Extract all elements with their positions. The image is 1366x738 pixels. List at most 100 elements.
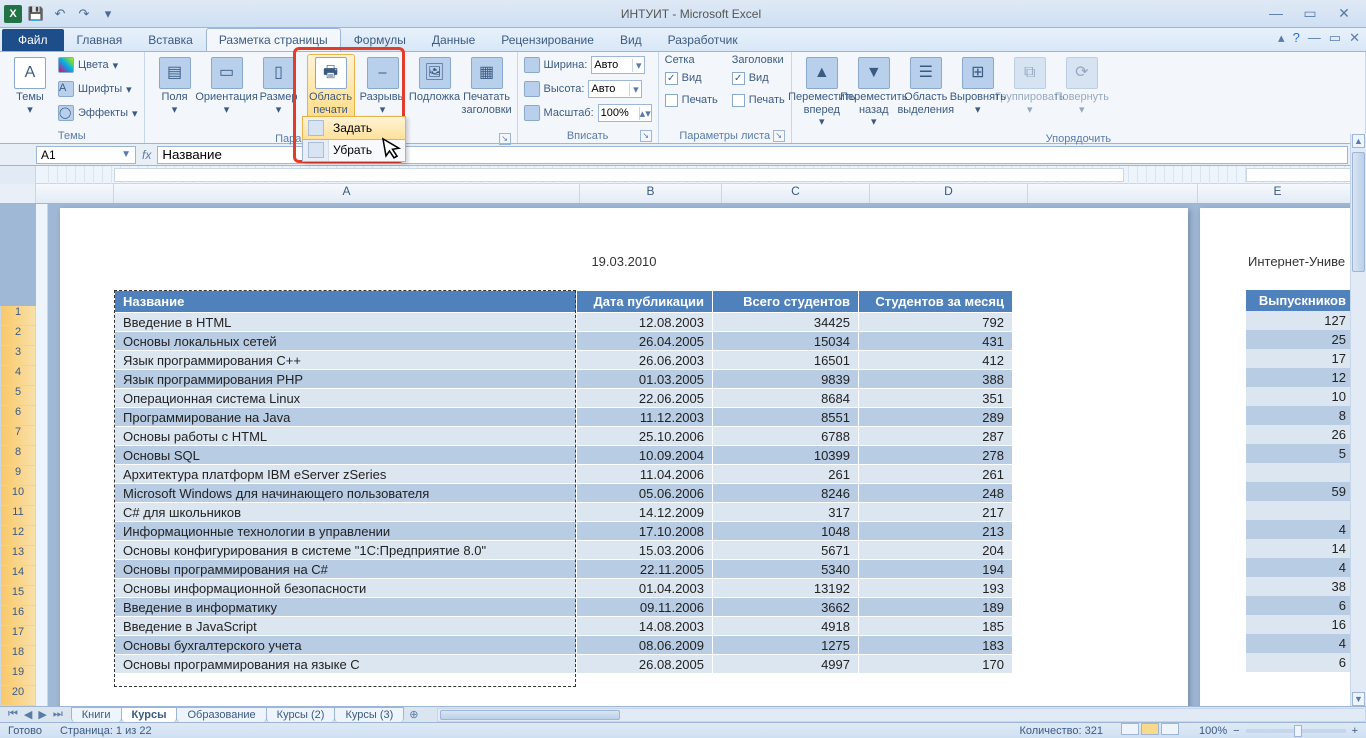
sheet-tab[interactable]: Курсы xyxy=(121,707,178,722)
table-row[interactable]: Введение в информатику09.11.20063662189 xyxy=(115,598,1013,617)
headings-print-check[interactable]: Печать xyxy=(732,90,785,110)
tab-review[interactable]: Рецензирование xyxy=(488,28,607,51)
col-B[interactable]: B xyxy=(580,184,722,203)
table-row[interactable]: Архитектура платформ IBM eServer zSeries… xyxy=(115,465,1013,484)
selection-pane-button[interactable]: ☰Область выделения xyxy=(902,54,950,119)
sheet-tab[interactable]: Курсы (2) xyxy=(266,707,336,722)
headings-view-check[interactable]: ✓Вид xyxy=(732,68,785,88)
qat-customize-icon[interactable]: ▾ xyxy=(98,4,118,24)
tab-nav-last-icon[interactable]: ⏭ xyxy=(51,708,65,721)
row-header[interactable]: 1 xyxy=(0,306,36,326)
row-header[interactable]: 5 xyxy=(0,386,36,406)
theme-fonts[interactable]: AШрифты▾ xyxy=(58,78,138,100)
row-header[interactable]: 10 xyxy=(0,486,36,506)
minimize-ribbon-icon[interactable]: ▴ xyxy=(1278,30,1285,46)
table-row[interactable]: Основы программирования на языке C26.08.… xyxy=(115,655,1013,674)
horizontal-scrollbar[interactable] xyxy=(437,708,1366,722)
gridlines-view-check[interactable]: ✓Вид xyxy=(665,68,718,88)
table-row[interactable]: C# для школьников14.12.2009317217 xyxy=(115,503,1013,522)
row-header[interactable]: 8 xyxy=(0,446,36,466)
file-tab[interactable]: Файл xyxy=(2,29,64,51)
row-header[interactable]: 13 xyxy=(0,546,36,566)
fit-scale-input[interactable] xyxy=(599,107,639,119)
row-header[interactable]: 12 xyxy=(0,526,36,546)
row-header[interactable]: 4 xyxy=(0,366,36,386)
col-E[interactable]: E xyxy=(1198,184,1358,203)
table-row[interactable]: 4 xyxy=(1246,520,1354,539)
table-row[interactable]: 25 xyxy=(1246,330,1354,349)
select-all-corner[interactable] xyxy=(0,184,36,203)
themes-button[interactable]: AТемы▾ xyxy=(6,54,54,119)
fx-icon[interactable]: fx xyxy=(142,148,151,162)
row-header[interactable]: 7 xyxy=(0,426,36,446)
chevron-down-icon[interactable]: ▼ xyxy=(121,149,131,160)
row-header[interactable]: 19 xyxy=(0,666,36,686)
tab-view[interactable]: Вид xyxy=(607,28,655,51)
table-row[interactable]: Введение в HTML12.08.200334425792 xyxy=(115,313,1013,332)
fit-height-input[interactable] xyxy=(589,83,629,95)
row-header[interactable]: 6 xyxy=(0,406,36,426)
bring-forward-button[interactable]: ▲Переместить вперед▾ xyxy=(798,54,846,132)
send-backward-button[interactable]: ▼Переместить назад▾ xyxy=(850,54,898,132)
table-row[interactable]: Информационные технологии в управлении17… xyxy=(115,522,1013,541)
col-C[interactable]: C xyxy=(722,184,870,203)
row-header[interactable]: 11 xyxy=(0,506,36,526)
fit-dialog-launcher[interactable]: ↘ xyxy=(640,130,652,142)
zoom-out-icon[interactable]: − xyxy=(1233,725,1239,737)
row-header[interactable]: 14 xyxy=(0,566,36,586)
table-row[interactable]: 38 xyxy=(1246,577,1354,596)
table-row[interactable]: 6 xyxy=(1246,596,1354,615)
align-button[interactable]: ⊞Выровнять▾ xyxy=(954,54,1002,119)
table-row[interactable]: Основы SQL10.09.200410399278 xyxy=(115,446,1013,465)
view-pagebreak-icon[interactable] xyxy=(1161,723,1179,735)
table-row[interactable]: Основы бухгалтерского учета08.06.2009127… xyxy=(115,636,1013,655)
new-sheet-icon[interactable]: ⊕ xyxy=(403,708,424,721)
table-row[interactable]: Язык программирования PHP01.03.200598393… xyxy=(115,370,1013,389)
orientation-button[interactable]: ▭Ориентация▾ xyxy=(203,54,251,119)
doc-close-icon[interactable]: ✕ xyxy=(1349,30,1360,46)
table-row[interactable]: Основы программирования на C#22.11.20055… xyxy=(115,560,1013,579)
table-row[interactable]: 16 xyxy=(1246,615,1354,634)
view-normal-icon[interactable] xyxy=(1121,723,1139,735)
close-icon[interactable]: ✕ xyxy=(1332,5,1356,22)
group-button[interactable]: ⧉Группировать▾ xyxy=(1006,54,1054,119)
set-print-area[interactable]: Задать xyxy=(302,116,406,140)
table-row[interactable]: 6 xyxy=(1246,653,1354,672)
background-button[interactable]: 🖼Подложка xyxy=(411,54,459,107)
sheet-tab[interactable]: Книги xyxy=(71,707,122,722)
clear-print-area[interactable]: Убрать xyxy=(303,139,405,161)
view-pagelayout-icon[interactable] xyxy=(1141,723,1159,735)
table-row[interactable]: Введение в JavaScript14.08.20034918185 xyxy=(115,617,1013,636)
table-row[interactable]: Программирование на Java11.12.2003855128… xyxy=(115,408,1013,427)
tab-page-layout[interactable]: Разметка страницы xyxy=(206,28,341,51)
theme-effects[interactable]: ◯Эффекты▾ xyxy=(58,102,138,124)
undo-icon[interactable]: ↶ xyxy=(50,4,70,24)
table-row[interactable]: 26 xyxy=(1246,425,1354,444)
tab-nav-prev-icon[interactable]: ◀ xyxy=(22,708,34,721)
tab-nav-next-icon[interactable]: ▶ xyxy=(36,708,48,721)
spinner-icon[interactable]: ▴▾ xyxy=(639,107,651,120)
col-A[interactable]: A xyxy=(114,184,580,203)
col-D[interactable]: D xyxy=(870,184,1028,203)
zoom-in-icon[interactable]: + xyxy=(1352,725,1358,737)
theme-colors[interactable]: Цвета▾ xyxy=(58,54,138,76)
table-row[interactable]: Основы информационной безопасности01.04.… xyxy=(115,579,1013,598)
doc-minimize-icon[interactable]: ― xyxy=(1308,30,1321,46)
row-header[interactable]: 16 xyxy=(0,606,36,626)
table-row[interactable] xyxy=(1246,501,1354,520)
row-header[interactable]: 20 xyxy=(0,686,36,706)
help-icon[interactable]: ? xyxy=(1293,30,1300,46)
table-row[interactable]: 5 xyxy=(1246,444,1354,463)
row-header[interactable]: 18 xyxy=(0,646,36,666)
table-row[interactable]: 127 xyxy=(1246,311,1354,330)
table-row[interactable] xyxy=(1246,463,1354,482)
table-row[interactable]: Основы конфигурирования в системе "1С:Пр… xyxy=(115,541,1013,560)
scrollbar-thumb[interactable] xyxy=(1352,152,1365,272)
fit-width-input[interactable] xyxy=(592,59,632,71)
fit-scale[interactable]: Масштаб:▴▾ xyxy=(524,102,652,124)
table-row[interactable]: 12 xyxy=(1246,368,1354,387)
tab-data[interactable]: Данные xyxy=(419,28,488,51)
tab-insert[interactable]: Вставка xyxy=(135,28,206,51)
fit-height[interactable]: Высота:▾ xyxy=(524,78,652,100)
margins-button[interactable]: ▤Поля▾ xyxy=(151,54,199,119)
